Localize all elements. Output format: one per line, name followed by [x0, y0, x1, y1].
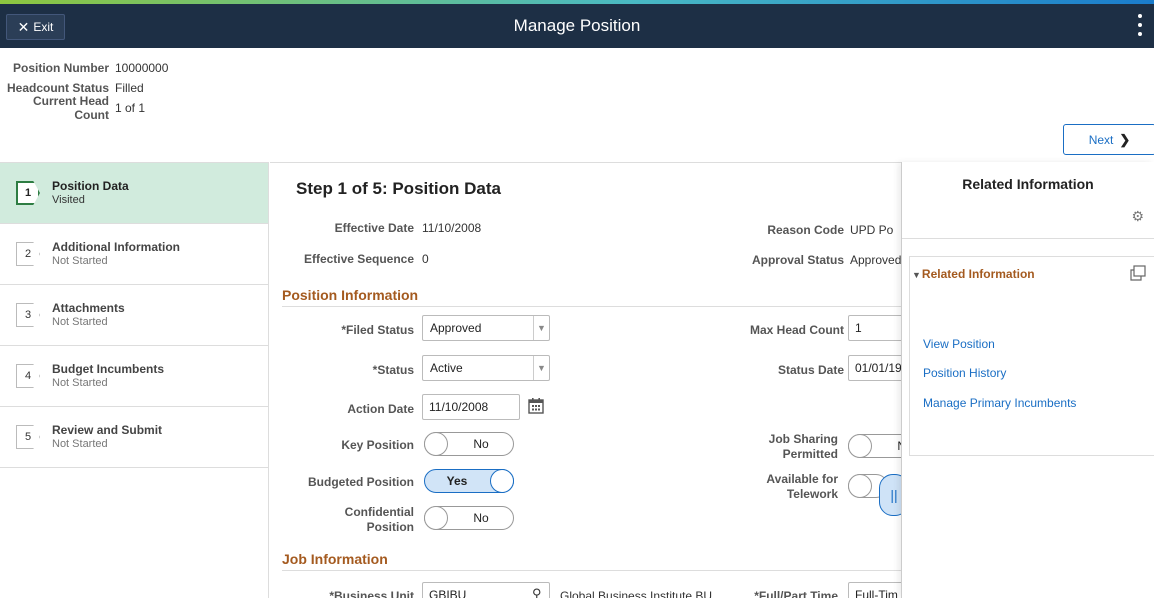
status-select[interactable]: Active ▼ — [422, 355, 550, 381]
step-title: Review and Submit — [52, 423, 163, 437]
key-position-toggle[interactable]: No — [424, 432, 514, 456]
budgeted-position-value: Yes — [446, 474, 468, 488]
job-information-section: Job Information — [282, 551, 902, 571]
max-head-count-label: Max Head Count — [749, 323, 844, 337]
key-position-value: No — [473, 437, 489, 451]
related-box-title[interactable]: ▼Related Information — [912, 267, 1035, 281]
actions-menu-icon[interactable] — [1136, 14, 1144, 36]
job-sharing-label: Job Sharing Permitted — [768, 432, 838, 461]
step-item-position-data[interactable]: 1 Position Data Visited — [0, 163, 268, 224]
filed-status-select[interactable]: Approved ▼ — [422, 315, 550, 341]
effective-date-label: Effective Date — [334, 221, 414, 235]
step-title: Attachments — [52, 301, 125, 315]
status-date-label: Status Date — [777, 363, 844, 377]
effective-sequence-label: Effective Sequence — [303, 252, 414, 266]
view-position-link[interactable]: View Position — [923, 337, 995, 351]
toggle-knob — [424, 432, 448, 456]
step-number: 2 — [16, 242, 40, 266]
collapse-triangle-icon: ▼ — [912, 270, 921, 280]
business-unit-value: GBIBU — [429, 588, 467, 598]
reason-code-value: UPD Po — [850, 223, 894, 237]
budgeted-position-label: Budgeted Position — [308, 475, 414, 489]
full-part-time-label: *Full/Part Time — [754, 589, 838, 598]
toggle-knob — [424, 506, 448, 530]
status-date-input[interactable]: 01/01/19 — [848, 355, 902, 381]
max-head-count-input[interactable]: 1 — [848, 315, 902, 341]
search-icon[interactable]: ⚲ — [532, 586, 542, 598]
step-title: Additional Information — [52, 240, 180, 254]
step-title: Budget Incumbents — [52, 362, 165, 376]
effective-sequence-value: 0 — [422, 252, 429, 266]
gear-icon[interactable]: ⚙ — [1131, 208, 1144, 225]
full-part-time-select[interactable]: Full-Tim — [848, 582, 902, 598]
action-date-label: Action Date — [347, 402, 414, 416]
toggle-knob — [490, 469, 514, 493]
filed-status-value: Approved — [430, 321, 482, 335]
effective-date-value: 11/10/2008 — [422, 221, 482, 235]
headcount-status-label: Headcount Status — [6, 81, 109, 95]
divider — [902, 238, 1154, 239]
approval-status-label: Approval Status — [751, 253, 844, 267]
header-banner: ✕ Exit Manage Position — [0, 4, 1154, 48]
filed-status-label: *Filed Status — [341, 323, 414, 337]
step-status: Not Started — [52, 438, 108, 450]
manage-primary-incumbents-link[interactable]: Manage Primary Incumbents — [923, 396, 1076, 410]
position-history-link[interactable]: Position History — [923, 366, 1006, 380]
confidential-position-toggle[interactable]: No — [424, 506, 514, 530]
toggle-knob — [848, 434, 872, 458]
confidential-position-label: Confidential Position — [344, 505, 414, 534]
step-item-review-and-submit[interactable]: 5 Review and Submit Not Started — [0, 407, 268, 468]
headcount-status-value: Filled — [115, 81, 144, 95]
reason-code-label: Reason Code — [767, 223, 844, 237]
job-sharing-value: No — [879, 435, 902, 457]
current-head-count-label: Current Head Count — [32, 94, 109, 122]
step-status: Not Started — [52, 316, 108, 328]
related-information-box: ▼Related Information View Position Posit… — [909, 256, 1154, 456]
telework-label: Available for Telework — [766, 472, 838, 501]
related-information-panel: Related Information ⚙ ▼Related Informati… — [901, 162, 1154, 598]
next-label: Next — [1088, 132, 1114, 147]
status-label: *Status — [372, 363, 414, 377]
step-status: Visited — [52, 194, 85, 206]
position-summary: Position Number 10000000 Headcount Statu… — [0, 58, 169, 122]
page-title: Manage Position — [513, 16, 641, 35]
main-content: Step 1 of 5: Position Data Effective Dat… — [270, 162, 902, 598]
step-item-attachments[interactable]: 3 Attachments Not Started — [0, 285, 268, 346]
step-status: Not Started — [52, 377, 108, 389]
position-information-section: Position Information — [282, 287, 902, 307]
chevron-down-icon: ▼ — [533, 356, 549, 380]
business-unit-description: Global Business Institute BU — [560, 589, 713, 598]
chevron-right-icon: ❯ — [1119, 131, 1131, 147]
position-number-label: Position Number — [12, 61, 109, 75]
key-position-label: Key Position — [341, 438, 414, 452]
pause-icon[interactable]: || — [879, 474, 902, 516]
job-sharing-toggle[interactable]: No — [848, 434, 902, 458]
next-button[interactable]: Next ❯ — [1063, 124, 1154, 155]
step-item-additional-information[interactable]: 2 Additional Information Not Started — [0, 224, 268, 285]
position-number-value: 10000000 — [115, 61, 169, 75]
business-unit-input[interactable]: GBIBU — [422, 582, 550, 598]
current-head-count-value: 1 of 1 — [115, 101, 146, 115]
action-date-input[interactable]: 11/10/2008 — [422, 394, 520, 420]
calendar-icon[interactable] — [527, 397, 545, 415]
expand-window-icon[interactable] — [1130, 265, 1146, 281]
chevron-down-icon: ▼ — [533, 316, 549, 340]
step-number: 4 — [16, 364, 40, 388]
step-status: Not Started — [52, 255, 108, 267]
approval-status-value: Approved — [850, 253, 902, 267]
toggle-knob — [848, 474, 872, 498]
confidential-position-value: No — [473, 511, 489, 525]
budgeted-position-toggle[interactable]: Yes — [424, 469, 514, 493]
step-heading: Step 1 of 5: Position Data — [296, 179, 501, 198]
step-item-budget-incumbents[interactable]: 4 Budget Incumbents Not Started — [0, 346, 268, 407]
step-navigation: 1 Position Data Visited 2 Additional Inf… — [0, 162, 269, 598]
step-number: 1 — [16, 181, 40, 205]
related-panel-title: Related Information — [962, 176, 1094, 192]
step-number: 5 — [16, 425, 40, 449]
step-number: 3 — [16, 303, 40, 327]
step-title: Position Data — [52, 179, 129, 193]
status-value: Active — [430, 361, 463, 375]
business-unit-label: *Business Unit — [329, 589, 414, 598]
